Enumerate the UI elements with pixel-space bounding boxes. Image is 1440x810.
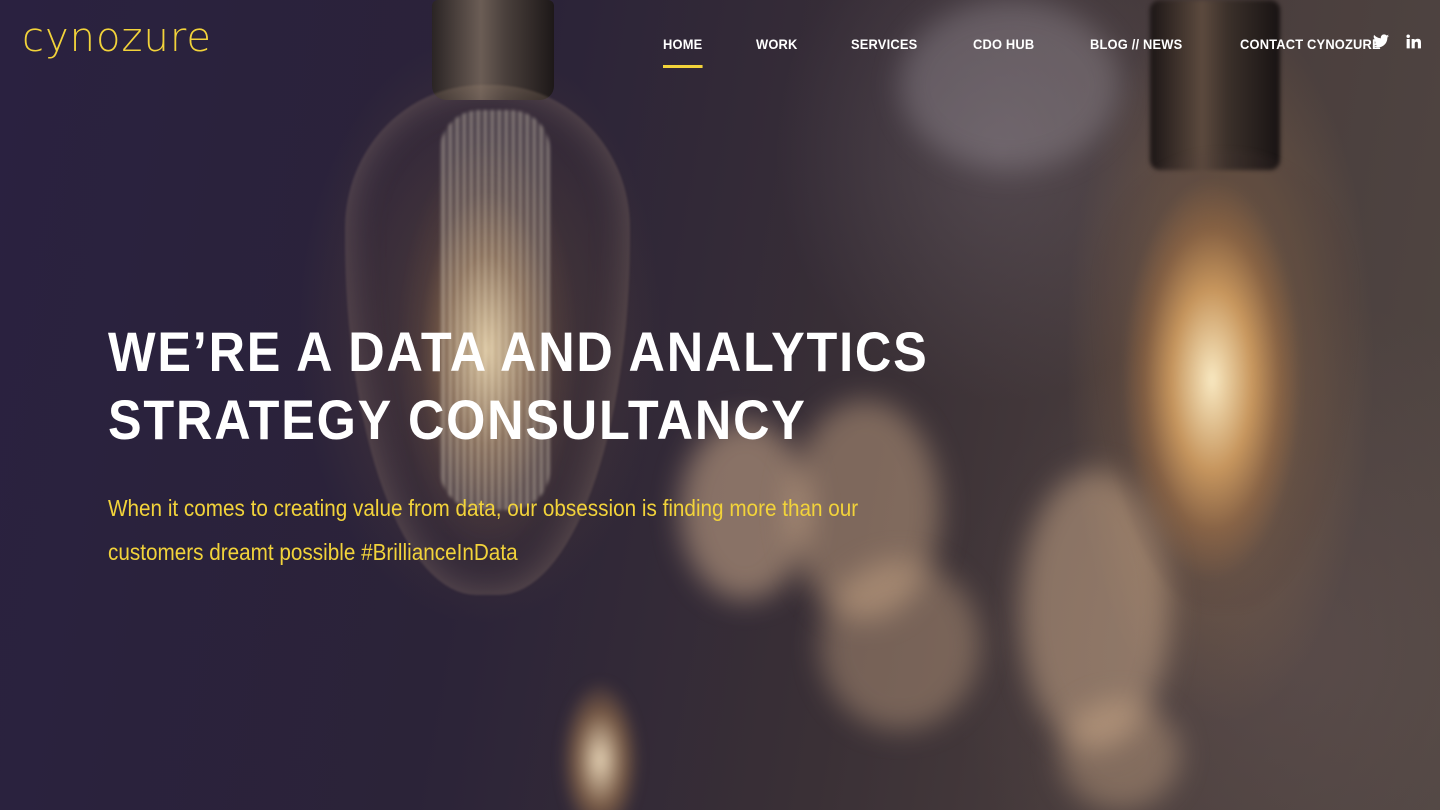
nav-item-blog-news[interactable]: BLOG // NEWS xyxy=(1090,36,1182,52)
light-bulb-cap xyxy=(1150,0,1280,170)
hero-subtitle-line: When it comes to creating value from dat… xyxy=(108,495,859,521)
nav-item-services[interactable]: SERVICES xyxy=(851,36,917,52)
hero-subtitle-line: customers dreamt possible #BrillianceInD… xyxy=(108,539,518,565)
background-bokeh xyxy=(820,560,980,730)
linkedin-icon[interactable] xyxy=(1404,32,1422,50)
hero-subtitle: When it comes to creating value from dat… xyxy=(108,486,968,574)
light-bulb-bottom xyxy=(540,640,660,810)
hero-title-line: STRATEGY CONSULTANCY xyxy=(108,388,807,451)
hero-title: WE’RE A DATA AND ANALYTICS STRATEGY CONS… xyxy=(108,318,1008,454)
social-links xyxy=(1372,32,1422,50)
nav-item-cdo-hub[interactable]: CDO HUB xyxy=(973,36,1034,52)
nav-item-contact[interactable]: CONTACT CYNOZURE xyxy=(1240,36,1381,52)
main-nav: HOME WORK SERVICES CDO HUB BLOG // NEWS … xyxy=(663,34,1440,68)
homepage: cynozure HOME WORK SERVICES CDO HUB BLOG… xyxy=(0,0,1440,810)
background-bokeh xyxy=(900,0,1120,170)
background-bokeh xyxy=(1060,700,1180,810)
twitter-icon[interactable] xyxy=(1372,32,1390,50)
site-logo[interactable]: cynozure xyxy=(22,18,212,58)
hero-title-line: WE’RE A DATA AND ANALYTICS xyxy=(108,320,929,383)
nav-item-work[interactable]: WORK xyxy=(756,36,798,52)
nav-item-home[interactable]: HOME xyxy=(663,36,703,68)
